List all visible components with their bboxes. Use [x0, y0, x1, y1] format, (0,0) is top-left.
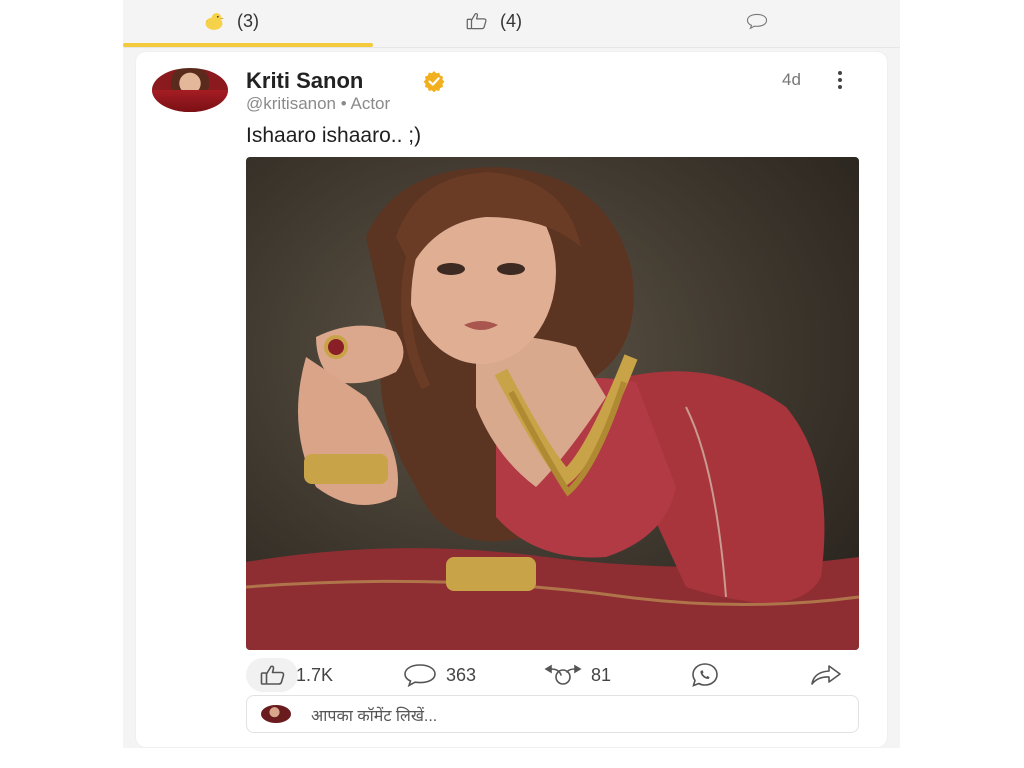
chick-icon — [203, 10, 225, 32]
share-button[interactable] — [809, 658, 843, 692]
reaction-tabs: (3) (4) — [123, 0, 900, 48]
tab-comments[interactable] — [746, 0, 768, 42]
tab-reactions-count: (3) — [237, 10, 259, 31]
whatsapp-icon — [689, 662, 721, 688]
app-screen: (3) (4) Kriti Sanon @kritisanon • Actor … — [123, 0, 900, 748]
comment-button[interactable]: 363 — [402, 658, 476, 692]
comment-input[interactable]: आपका कॉमेंट लिखें... — [246, 695, 859, 733]
post-text: Ishaaro ishaaro.. ;) — [246, 124, 422, 147]
like-button[interactable]: 1.7K — [246, 658, 333, 692]
tab-reactions[interactable]: (3) — [203, 0, 259, 42]
verified-badge-icon — [423, 70, 445, 93]
post-card: Kriti Sanon @kritisanon • Actor 4d Ishaa… — [136, 52, 887, 747]
share-count: 81 — [591, 664, 612, 685]
tab-likes[interactable]: (4) — [466, 0, 522, 42]
whatsapp-share-button[interactable] — [689, 658, 721, 692]
avatar[interactable] — [152, 68, 228, 112]
comment-placeholder: आपका कॉमेंट लिखें... — [311, 708, 438, 725]
post-time: 4d — [782, 70, 801, 89]
comment-icon — [402, 663, 438, 687]
thumbs-up-icon — [260, 664, 286, 686]
post-photo[interactable] — [246, 157, 859, 650]
share-count-button[interactable]: 81 — [543, 658, 611, 692]
tabbar-divider — [123, 47, 900, 48]
tab-likes-count: (4) — [500, 10, 522, 31]
like-count: 1.7K — [296, 664, 334, 685]
author-handle: @kritisanon • Actor — [246, 94, 391, 113]
retweet-icon — [543, 663, 583, 687]
post-actions: 1.7K 363 81 — [246, 658, 859, 694]
author-name[interactable]: Kriti Sanon — [246, 68, 363, 94]
more-options-icon[interactable] — [833, 68, 847, 92]
thumbs-up-icon — [466, 10, 488, 32]
comment-icon — [746, 10, 768, 32]
comment-count: 363 — [446, 664, 477, 685]
avatar — [261, 705, 291, 723]
share-arrow-icon — [809, 663, 843, 687]
